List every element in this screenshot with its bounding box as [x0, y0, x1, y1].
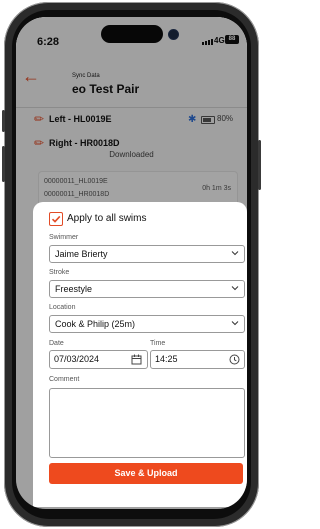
chevron-down-icon	[231, 251, 239, 256]
location-value: Cook & Philip (25m)	[55, 319, 136, 329]
date-label: Date	[49, 340, 64, 347]
comment-textarea[interactable]	[49, 388, 245, 458]
stroke-value: Freestyle	[55, 284, 93, 294]
screen: 6:28 4G 88 ← Sync Data eo Test Pair ✏ Le…	[16, 17, 247, 509]
time-value: 14:25	[155, 354, 178, 364]
side-button	[2, 146, 5, 182]
time-field[interactable]: 14:25	[150, 350, 245, 369]
calendar-icon[interactable]	[131, 354, 142, 365]
swimmer-value: Jaime Brierty	[55, 249, 108, 259]
checkmark-icon	[51, 215, 61, 223]
clock-icon[interactable]	[229, 354, 240, 365]
location-select[interactable]: Cook & Philip (25m)	[49, 315, 245, 333]
time-label: Time	[150, 340, 166, 347]
side-button	[2, 110, 5, 132]
swimmer-label: Swimmer	[49, 234, 79, 241]
swimmer-select[interactable]: Jaime Brierty	[49, 245, 245, 263]
chevron-down-icon	[231, 286, 239, 291]
location-label: Location	[49, 304, 76, 311]
apply-all-checkbox[interactable]	[49, 212, 63, 226]
date-field[interactable]: 07/03/2024	[49, 350, 148, 369]
comment-label: Comment	[49, 376, 80, 383]
stroke-select[interactable]: Freestyle	[49, 280, 245, 298]
save-upload-button[interactable]: Save & Upload	[49, 463, 243, 484]
date-value: 07/03/2024	[54, 354, 100, 364]
upload-sheet: Apply to all swims Swimmer Jaime Brierty…	[33, 202, 247, 507]
apply-all-label[interactable]: Apply to all swims	[67, 213, 146, 224]
stroke-label: Stroke	[49, 269, 70, 276]
chevron-down-icon	[231, 321, 239, 326]
side-button	[258, 140, 261, 190]
